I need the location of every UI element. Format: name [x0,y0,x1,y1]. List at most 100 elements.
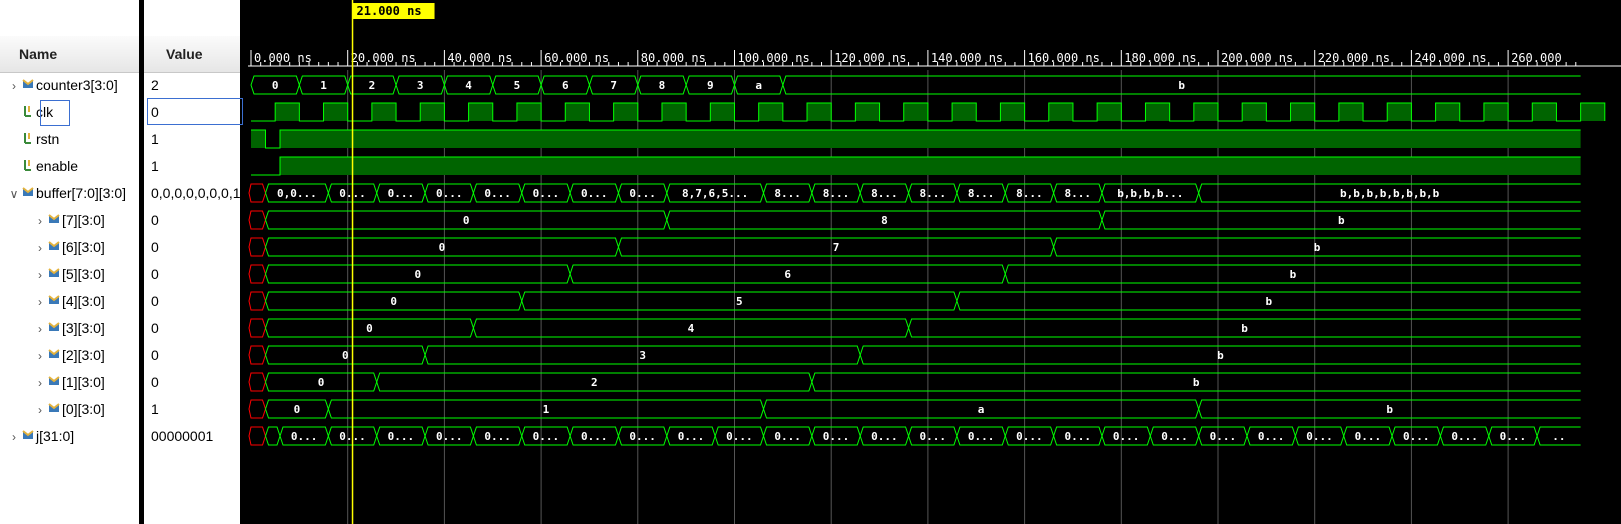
clock-high-pulse [1387,103,1412,121]
signal-name-label: [5][3:0] [62,266,105,282]
waveform-row [250,75,1581,95]
signal-row-name[interactable]: › [7][3:0] [34,207,105,233]
clock-high-pulse [565,103,590,121]
bus-value-label: 0... [484,430,511,443]
bus-icon [46,207,62,233]
bus-value-label: 0... [436,187,463,200]
ruler-tick-label: 80.000 ns [641,51,706,65]
signal-row-name[interactable]: › [0][3:0] [34,396,105,422]
bus-value-label: 8... [919,187,946,200]
chevron-right-icon[interactable]: › [8,424,20,450]
bus-value-label: b [1338,214,1345,227]
signal-row-name[interactable]: › j[31:0] [8,423,74,449]
clock-high-pulse [1048,103,1073,121]
waveform-row [251,129,1581,149]
signal-row-name[interactable]: › counter3[3:0] [8,72,118,98]
clock-high-pulse [855,103,880,121]
selected-value-outline [147,98,243,125]
signal-row-name[interactable]: › [6][3:0] [34,234,105,260]
bus-value-label: a [978,403,985,416]
undefined-region [248,318,267,338]
bus-value-label: 0... [629,187,656,200]
signal-value[interactable]: 0 [151,288,243,314]
waveform-row [248,237,1581,257]
ruler-tick-label: 100.000 ns [738,51,810,65]
clock-pulses [275,103,1605,121]
signal-row-name[interactable]: › [1][3:0] [34,369,105,395]
signal-name-label: enable [36,158,79,174]
signal-row-name[interactable]: enable [8,153,78,179]
chevron-right-icon[interactable]: › [34,262,46,288]
clock-high-pulse [1145,103,1170,121]
chevron-right-icon[interactable]: › [34,397,46,423]
bus-value-label: 0... [1113,430,1140,443]
bus-value-label: 0... [823,430,850,443]
signal-name-label: [2][3:0] [62,347,105,363]
signal-value[interactable]: 1 [151,396,243,422]
bus-value-label: 0... [629,430,656,443]
signal-value[interactable]: 0 [151,234,243,260]
chevron-right-icon[interactable]: › [34,235,46,261]
bus-value-label: 0 [463,214,470,227]
signal-value[interactable]: 0,0,0,0,0,0,0,1 [151,180,243,206]
bus-value-label: 0... [1161,430,1188,443]
signal-value[interactable]: 00000001 [151,423,243,449]
ruler-tick-label: 20.000 ns [351,51,416,65]
column-divider[interactable] [139,0,144,524]
bus-value-label: 6 [562,79,569,92]
bus-value-label: 8... [774,187,801,200]
chevron-down-icon[interactable]: ∨ [8,181,20,207]
bit-high-fill [280,130,1581,148]
signal-row-name[interactable]: › [4][3:0] [34,288,105,314]
chevron-right-icon[interactable]: › [34,343,46,369]
bus-value-label: 0... [388,187,415,200]
chevron-right-icon[interactable]: › [34,208,46,234]
bus-icon [46,342,62,368]
chevron-right-icon[interactable]: › [34,370,46,396]
signal-value[interactable]: 2 [151,72,243,98]
bus-value-label: 8 [659,79,666,92]
signal-value[interactable]: 0 [151,261,243,287]
signal-value[interactable]: 1 [151,153,243,179]
bit-icon [20,99,36,125]
bus-value-label: 4 [465,79,472,92]
clock-high-pulse [323,103,348,121]
bus-value-label: 0 [366,322,373,335]
ruler-tick-label: 180.000 ns [1124,51,1196,65]
signal-value[interactable]: 0 [151,315,243,341]
signal-row-name[interactable]: ∨ buffer[7:0][3:0] [8,180,126,206]
bus-value-label: 2 [591,376,598,389]
bus-value-label: .. [1552,430,1565,443]
bus-value-label: 5 [514,79,521,92]
signal-row-name[interactable]: rstn [8,126,59,152]
value-column-header[interactable]: Value [166,46,203,62]
signal-value[interactable]: 0 [151,342,243,368]
clock-high-pulse [516,103,542,121]
chevron-right-icon[interactable]: › [34,316,46,342]
name-column-header[interactable]: Name [19,46,57,62]
clock-high-pulse [1290,103,1315,121]
chevron-right-icon[interactable]: › [34,289,46,315]
signal-value[interactable]: 0 [151,207,243,233]
signal-value[interactable]: 1 [151,126,243,152]
bus-value-label: 8... [1016,187,1043,200]
clock-high-pulse [1000,103,1025,121]
signal-name-label: [0][3:0] [62,401,105,417]
bus-value-label: 0... [678,430,705,443]
chevron-right-icon[interactable]: › [8,73,20,99]
signal-value[interactable]: 0 [151,369,243,395]
signal-row-name[interactable]: › [5][3:0] [34,261,105,287]
bus-value-label: 0 [390,295,397,308]
clock-high-pulse [1580,103,1605,121]
bus-value-label: 8,7,6,5... [682,187,748,200]
bus-value-label: 1 [543,403,550,416]
clock-high-pulse [1338,103,1364,121]
signal-row-name[interactable]: › [3][3:0] [34,315,105,341]
waveform-viewer[interactable]: 0.000 ns 20.000 ns 40.000 ns 60.000 ns 80.00… [248,0,1621,524]
bus-value-label: 0 [439,241,446,254]
waveform-row [248,264,1581,284]
bus-value-label: 9 [707,79,714,92]
signal-row-name[interactable]: › [2][3:0] [34,342,105,368]
waveform-row [248,372,1581,392]
ruler-tick-label: 260.000 [1511,51,1562,65]
